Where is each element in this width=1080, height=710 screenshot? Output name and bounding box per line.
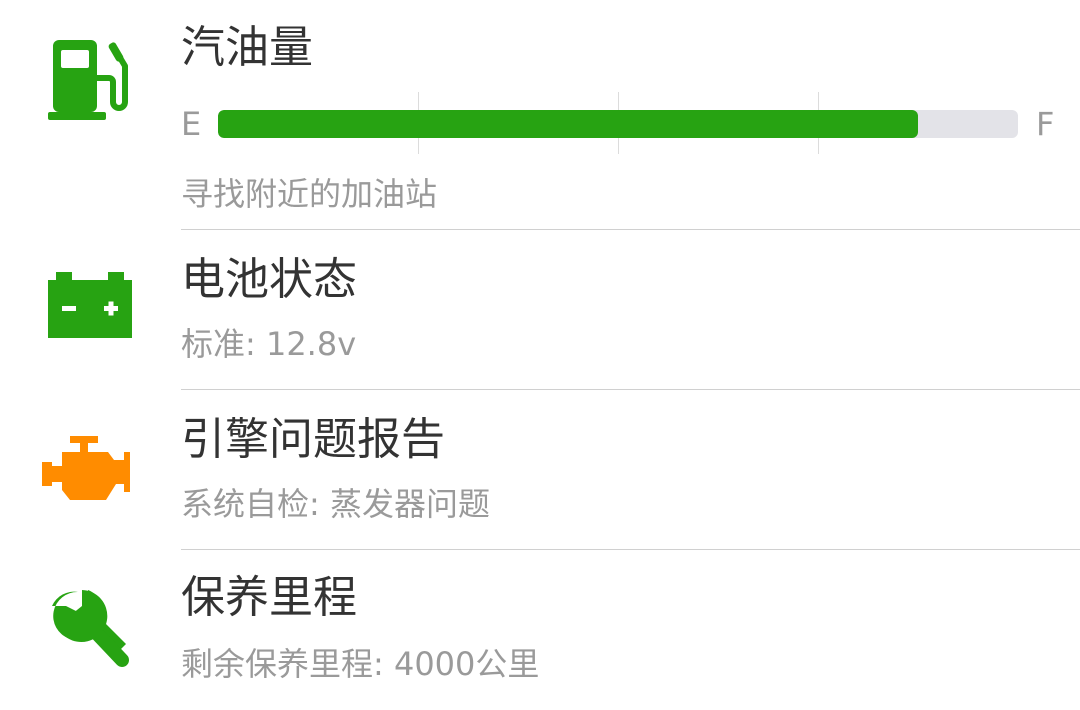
maintenance-remaining-text: 剩余保养里程: 4000公里 [181, 645, 540, 683]
engine-title: 引擎问题报告 [181, 414, 445, 465]
battery-row[interactable]: 电池状态 标准: 12.8v [0, 230, 1080, 390]
engine-icon [42, 436, 130, 500]
battery-title: 电池状态 [181, 254, 357, 305]
fuel-empty-label: E [181, 105, 202, 143]
battery-icon [48, 272, 132, 338]
wrench-icon [52, 590, 129, 667]
engine-row[interactable]: 引擎问题报告 系统自检: 蒸发器问题 [0, 390, 1080, 550]
maintenance-row[interactable]: 保养里程 剩余保养里程: 4000公里 [0, 550, 1080, 710]
maintenance-title: 保养里程 [181, 572, 357, 623]
fuel-gauge [218, 110, 1018, 138]
fuel-pump-icon [48, 40, 128, 120]
fuel-title: 汽油量 [181, 22, 313, 73]
engine-diagnostic-text: 系统自检: 蒸发器问题 [181, 485, 490, 523]
battery-status-text: 标准: 12.8v [181, 325, 357, 363]
fuel-row[interactable]: 汽油量 E F 寻找附近的加油站 [0, 0, 1080, 230]
fuel-full-label: F [1036, 105, 1055, 143]
fuel-gauge-fill [218, 110, 918, 138]
find-gas-station-link[interactable]: 寻找附近的加油站 [181, 174, 437, 214]
